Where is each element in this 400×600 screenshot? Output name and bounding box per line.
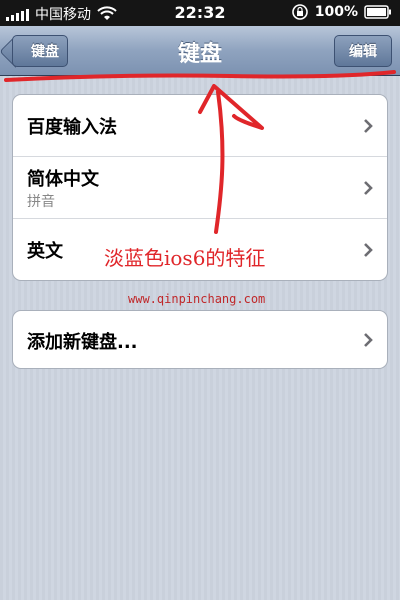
battery-percent: 100% bbox=[314, 4, 358, 20]
annotation-text: 淡蓝色ios6的特征 bbox=[104, 246, 266, 270]
list-item-label: 简体中文 bbox=[27, 169, 99, 190]
edit-button[interactable]: 编辑 bbox=[334, 35, 392, 67]
list-item-simplified-chinese[interactable]: 简体中文 拼音 bbox=[13, 157, 387, 219]
list-item-label: 百度输入法 bbox=[27, 117, 117, 138]
battery-icon bbox=[364, 5, 391, 19]
add-keyboard-label: 添加新键盘... bbox=[27, 332, 138, 353]
chevron-right-icon bbox=[364, 333, 373, 347]
add-keyboard-button[interactable]: 添加新键盘... bbox=[13, 311, 387, 368]
chevron-right-icon bbox=[364, 243, 373, 257]
status-right: 100% bbox=[291, 4, 392, 20]
list-item-subtitle: 拼音 bbox=[27, 194, 55, 210]
chevron-right-icon bbox=[364, 119, 373, 133]
add-keyboard-group: 添加新键盘... bbox=[12, 310, 388, 369]
chevron-right-icon bbox=[364, 181, 373, 195]
list-item-baidu[interactable]: 百度输入法 bbox=[13, 95, 387, 157]
rotation-lock-icon bbox=[291, 4, 308, 20]
list-item-label: 英文 bbox=[27, 241, 63, 262]
back-button[interactable]: 键盘 bbox=[12, 35, 68, 67]
navigation-bar: 键盘 键盘 编辑 bbox=[0, 26, 400, 76]
watermark: www.qinpinchang.com bbox=[128, 292, 266, 306]
status-bar: 中国移动 22:32 100% bbox=[0, 0, 400, 26]
